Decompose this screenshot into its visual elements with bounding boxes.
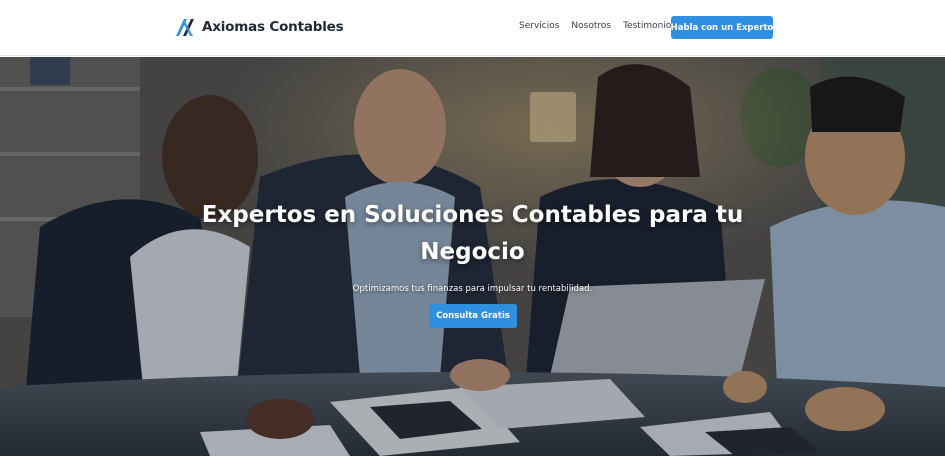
free-consultation-button[interactable]: Consulta Gratis bbox=[429, 304, 517, 328]
brand-name: Axiomas Contables bbox=[202, 19, 344, 35]
hero-title: Expertos en Soluciones Contables para tu… bbox=[201, 202, 744, 265]
brand[interactable]: Axiomas Contables bbox=[174, 16, 344, 38]
axiomas-logo-icon bbox=[176, 19, 194, 36]
nav-link-nosotros[interactable]: Nosotros bbox=[571, 21, 611, 31]
hero-section: Expertos en Soluciones Contables para tu… bbox=[0, 57, 945, 456]
hero-subtitle: Optimizamos tus finanzas para impulsar t… bbox=[352, 284, 593, 294]
site-header: Axiomas Contables Servicios Nosotros Tes… bbox=[0, 0, 945, 56]
talk-to-expert-button[interactable]: Habla con un Experto bbox=[671, 16, 773, 39]
nav-link-testimonios[interactable]: Testimonios bbox=[623, 21, 676, 31]
nav-link-servicios[interactable]: Servicios bbox=[519, 21, 559, 31]
main-nav: Servicios Nosotros Testimonios bbox=[519, 21, 676, 31]
